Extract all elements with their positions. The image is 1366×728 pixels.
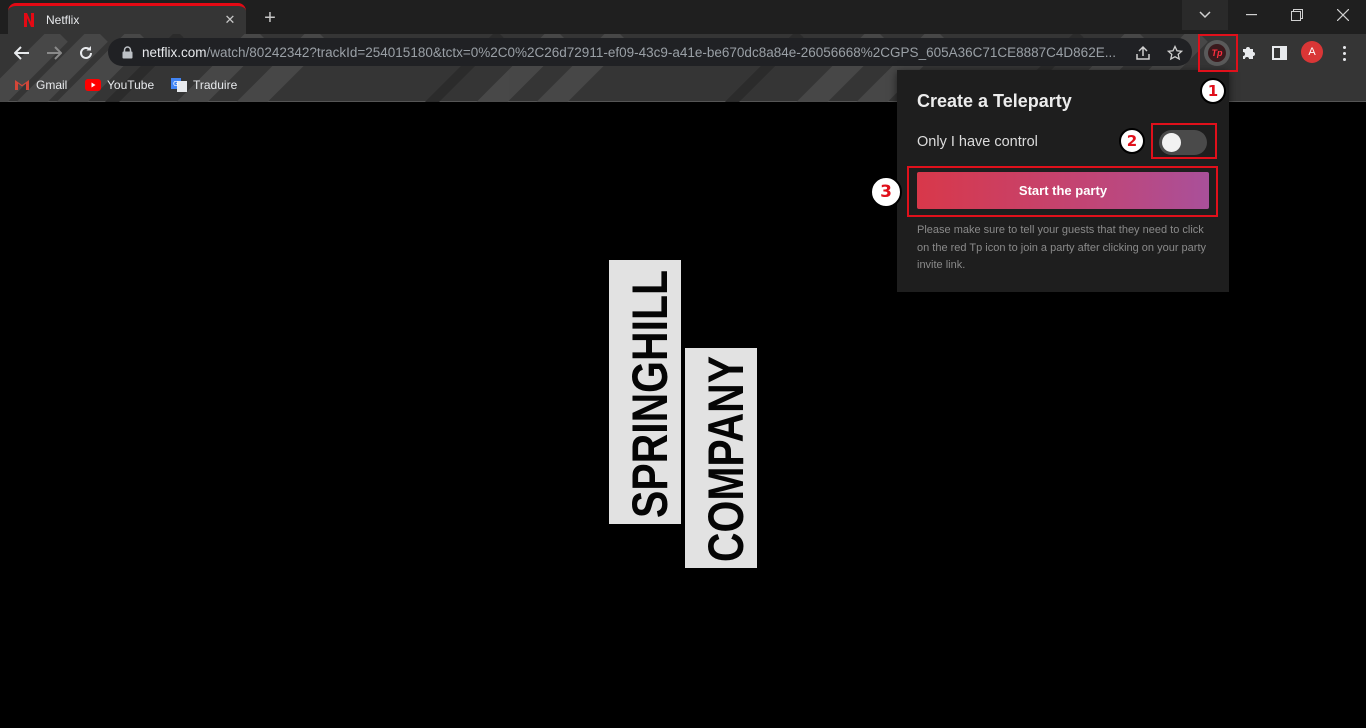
step-marker-3: 3 [870,176,902,208]
browser-menu-icon[interactable] [1334,43,1354,63]
bookmark-label: Gmail [36,78,68,92]
bookmark-star-icon[interactable] [1166,44,1184,62]
tab-close-icon[interactable]: ✕ [222,12,238,28]
logo-line-1: SPRINGHILL [622,270,678,518]
step-marker-2: 2 [1119,128,1145,154]
bookmark-gmail[interactable]: Gmail [14,76,67,94]
svg-text:G: G [173,80,178,88]
lock-icon[interactable] [120,45,134,59]
new-tab-button[interactable]: + [258,6,282,30]
highlight-extension-button [1198,34,1238,72]
forward-button[interactable] [41,40,67,66]
share-icon[interactable] [1134,44,1152,62]
restore-button[interactable] [1274,0,1320,30]
profile-avatar[interactable]: A [1301,41,1323,63]
bookmark-traduire[interactable]: G Traduire [171,76,237,94]
close-window-button[interactable] [1320,0,1366,30]
url-path: /watch/80242342?trackId=254015180&tctx=0… [206,44,1116,60]
bookmark-label: Traduire [193,78,238,92]
side-panel-icon[interactable] [1269,43,1289,63]
youtube-icon [85,78,101,92]
reload-button[interactable] [73,40,99,66]
netflix-favicon-icon [22,13,36,27]
gmail-icon [14,78,30,92]
springhill-company-logo: SPRINGHILL COMPANY [609,260,757,568]
logo-line-2: COMPANY [698,356,754,562]
popup-title: Create a Teleparty [917,91,1072,111]
highlight-start-button [907,166,1218,217]
extensions-puzzle-icon[interactable] [1238,43,1258,63]
tab-netflix[interactable]: Netflix ✕ [8,3,246,34]
bookmark-youtube[interactable]: YouTube [85,76,154,94]
invite-note: Please make sure to tell your guests tha… [917,224,1207,271]
tab-title: Netflix [46,13,80,27]
translate-icon: G [171,78,187,92]
url-text[interactable]: netflix.com/watch/80242342?trackId=25401… [142,45,1132,60]
step-marker-1: 1 [1200,78,1226,104]
back-button[interactable] [9,40,35,66]
bookmark-label: YouTube [107,78,155,92]
only-i-have-control-label: Only I have control [917,134,1038,150]
address-bar[interactable]: netflix.com/watch/80242342?trackId=25401… [108,38,1192,66]
tab-search-button[interactable] [1182,0,1228,30]
highlight-toggle [1151,123,1217,159]
url-host: netflix.com [142,44,207,60]
minimize-button[interactable] [1228,0,1274,30]
